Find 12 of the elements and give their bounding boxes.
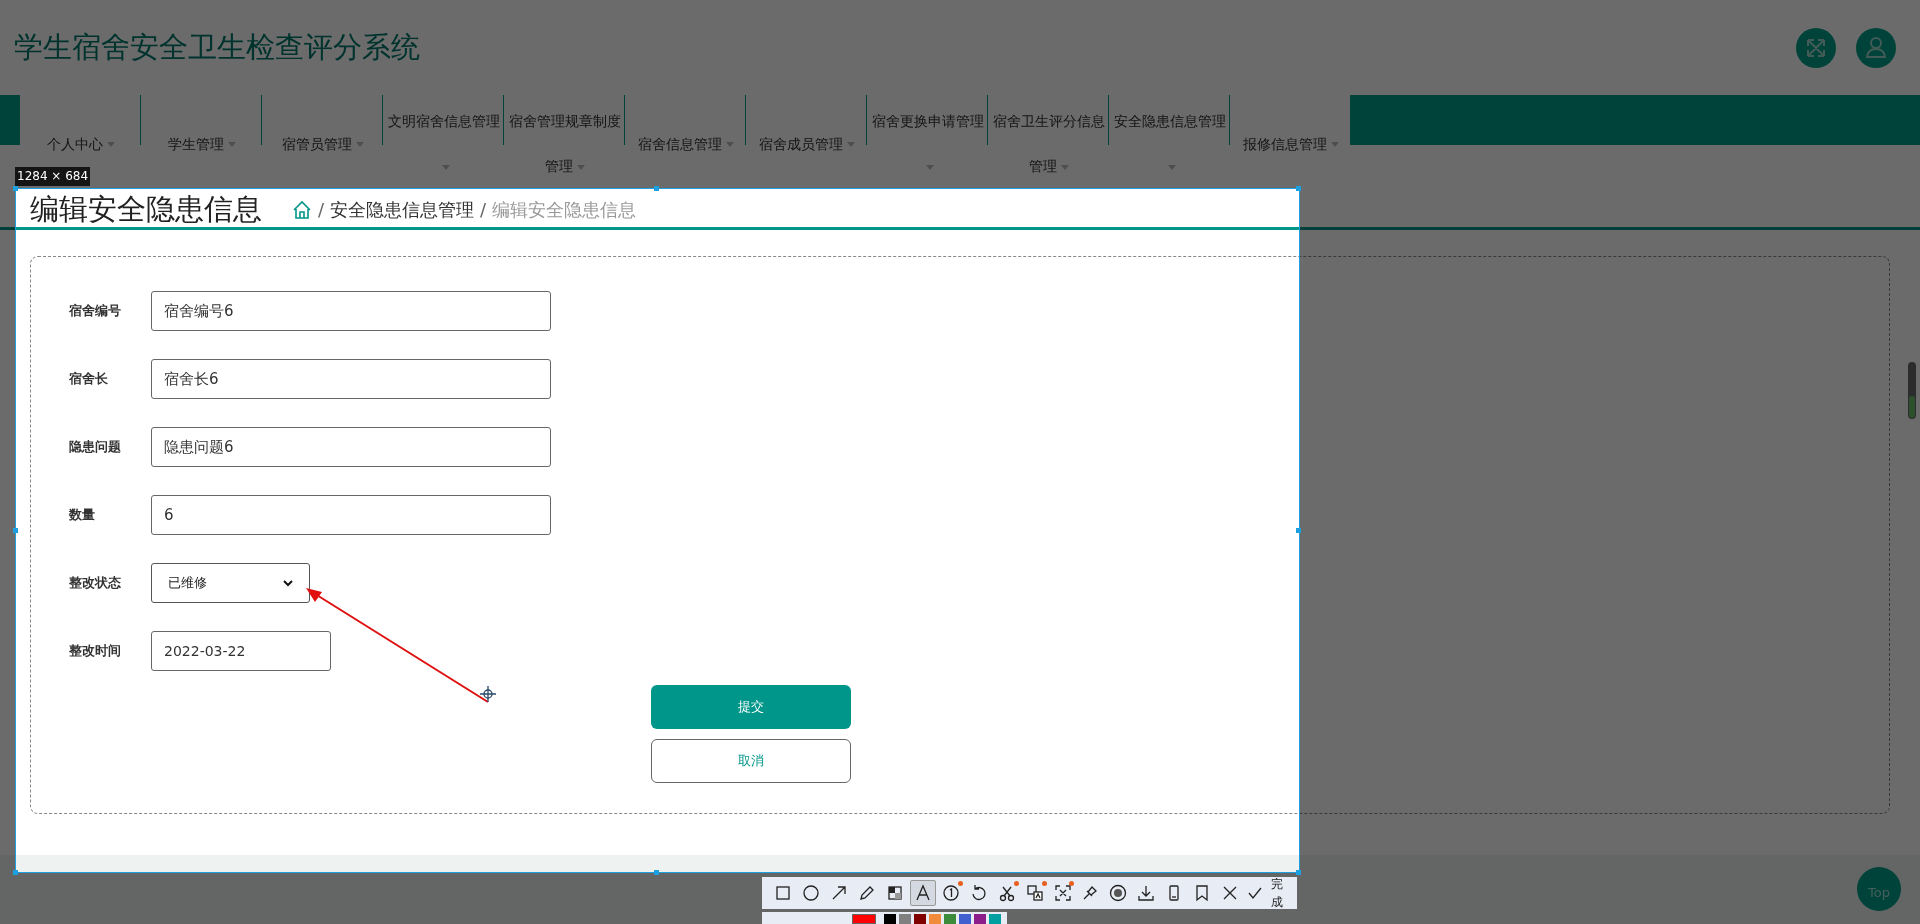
field-label: 整改状态 (68, 574, 122, 593)
app-title: 学生宿舍安全卫生检查评分系统 (14, 28, 420, 66)
field-label: 隐患问题 (68, 438, 122, 457)
field-label: 整改时间 (68, 642, 122, 661)
field-label: 宿舍编号 (68, 302, 122, 321)
page-title: 编辑安全隐患信息 (30, 190, 262, 228)
field-label: 数量 (68, 506, 96, 525)
breadcrumb-item: 编辑安全隐患信息 (492, 198, 637, 222)
breadcrumb-separator: / (480, 198, 487, 222)
breadcrumb-separator: / (318, 198, 325, 222)
field-label: 宿舍长 (68, 370, 109, 389)
size-label: 1284 × 684 (15, 167, 91, 186)
